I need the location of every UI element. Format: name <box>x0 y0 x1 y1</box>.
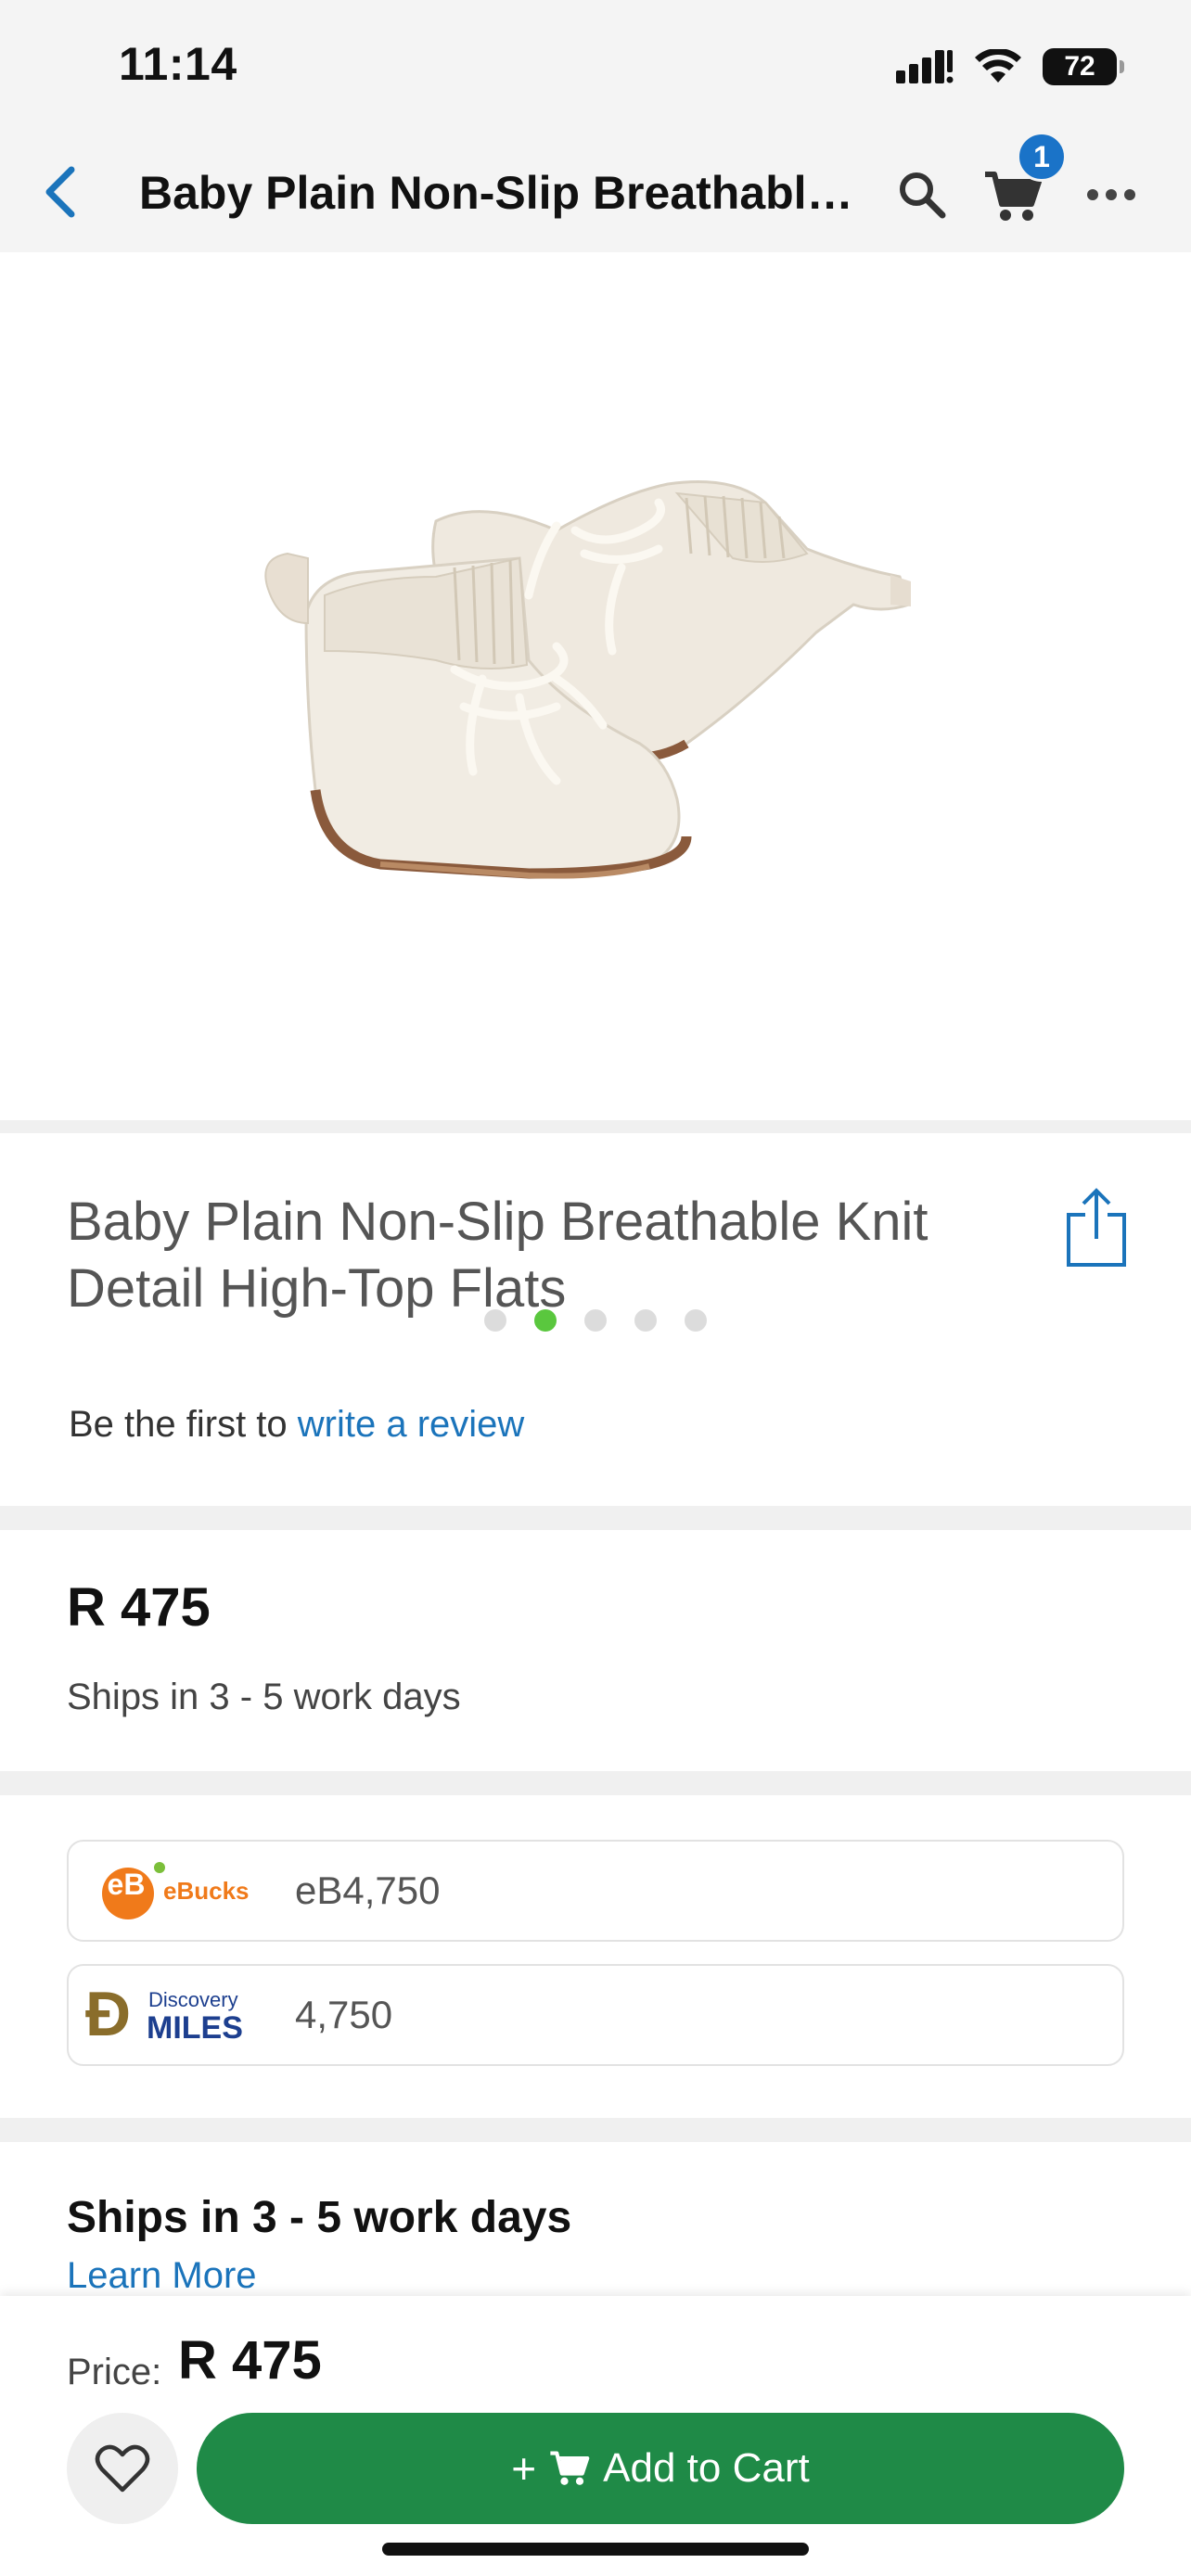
bottom-price-value: R 475 <box>178 2330 322 2391</box>
status-icons: 72 <box>896 43 1124 91</box>
more-options-button[interactable] <box>1074 161 1148 228</box>
section-divider <box>0 1771 1191 1795</box>
ebucks-value: eB4,750 <box>295 1868 441 1912</box>
status-bar: 11:14 72 <box>0 0 1191 137</box>
status-time: 11:14 <box>119 38 237 90</box>
bottom-price-label: Price: <box>67 2352 162 2392</box>
product-title: Baby Plain Non-Slip Breathable Knit Deta… <box>67 1192 928 1319</box>
plus-icon: + <box>511 2444 537 2493</box>
bottom-action-bar: Price: R 475 + Add to Cart <box>0 2296 1191 2576</box>
discovery-miles-value: 4,750 <box>295 1993 393 2036</box>
cart-count-badge: 1 <box>1017 132 1067 182</box>
wishlist-button[interactable] <box>67 2413 178 2524</box>
nav-title: Baby Plain Non-Slip Breathable Knit Deta… <box>139 167 872 219</box>
discovery-logo-bottom: MILES <box>147 2010 243 2046</box>
ebucks-mark: eB <box>107 1868 146 1901</box>
home-indicator <box>382 2543 809 2556</box>
learn-more-link[interactable]: Learn More <box>67 2255 257 2297</box>
ebucks-logo-text: eBucks <box>163 1877 250 1905</box>
cart-icon <box>550 2451 590 2485</box>
share-icon <box>1067 1188 1126 1267</box>
add-to-cart-button[interactable]: + Add to Cart <box>197 2413 1124 2524</box>
product-gallery[interactable] <box>0 252 1191 1332</box>
discovery-logo-top: Discovery <box>148 1988 238 2011</box>
write-review-link[interactable]: write a review <box>298 1404 525 1445</box>
product-image <box>264 480 911 879</box>
discovery-mark: Đ <box>85 1979 132 2049</box>
wifi-icon <box>975 49 1021 83</box>
section-divider <box>0 1120 1191 1133</box>
signal-icon <box>896 50 954 83</box>
product-price: R 475 <box>67 1577 211 1638</box>
product-page: 11:14 72 Baby Plain Non-Slip Breathable … <box>0 0 1191 2576</box>
search-icon <box>900 172 946 219</box>
more-dot-icon <box>1124 189 1135 200</box>
section-divider <box>0 1506 1191 1530</box>
battery-icon: 72 <box>1043 48 1124 85</box>
shipping-heading: Ships in 3 - 5 work days <box>67 2193 572 2242</box>
add-to-cart-label: Add to Cart <box>603 2445 810 2491</box>
nav-bar: Baby Plain Non-Slip Breathable Knit Deta… <box>0 137 1191 252</box>
back-button[interactable] <box>28 159 93 224</box>
chevron-left-icon <box>45 166 75 218</box>
more-dot-icon <box>1087 189 1098 200</box>
more-dot-icon <box>1106 189 1117 200</box>
search-button[interactable] <box>889 161 955 228</box>
review-prompt: Be the first to write a review <box>69 1404 524 1446</box>
share-button[interactable] <box>1063 1187 1130 1269</box>
heart-icon <box>95 2444 150 2493</box>
section-divider <box>0 2118 1191 2142</box>
review-prefix: Be the first to <box>69 1404 298 1445</box>
shipping-time: Ships in 3 - 5 work days <box>67 1677 461 1717</box>
battery-level: 72 <box>1064 51 1095 82</box>
